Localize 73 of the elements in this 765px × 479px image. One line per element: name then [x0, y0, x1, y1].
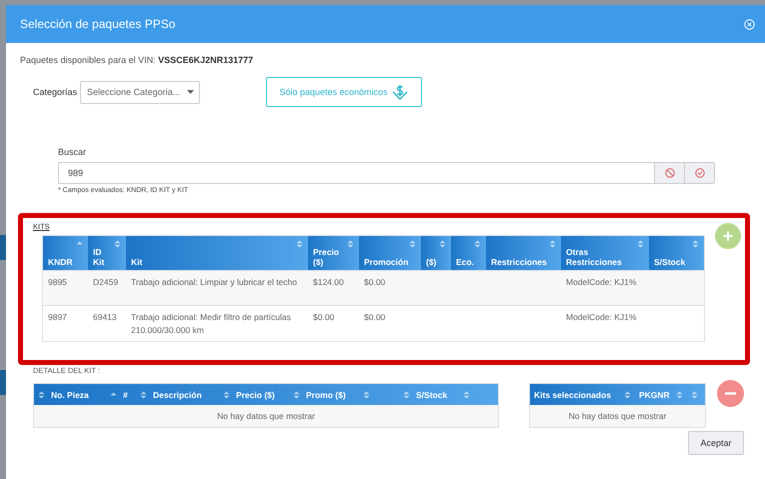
- sort-icon[interactable]: [363, 390, 370, 398]
- table-cell: $124.00: [313, 277, 344, 287]
- search-field[interactable]: 989: [58, 162, 655, 184]
- sort-icon[interactable]: [624, 390, 631, 398]
- sort-icon[interactable]: [140, 390, 147, 398]
- background-strip: [0, 370, 6, 395]
- sort-icon[interactable]: [347, 240, 354, 248]
- sort-icon[interactable]: [692, 240, 699, 248]
- column-header[interactable]: Kit: [126, 236, 308, 270]
- vin-text: Paquetes disponibles para el VIN: VSSCE6KJ2NR131777: [20, 55, 254, 65]
- table-cell: ModelCode: KJ1%: [566, 312, 636, 322]
- column-header[interactable]: Precio ($): [236, 390, 275, 400]
- background-strip: [0, 235, 6, 260]
- column-header[interactable]: Eco.: [451, 236, 486, 270]
- sort-icon[interactable]: [293, 390, 300, 398]
- table-cell: Trabajo adicional: Medir filtro de partículas 210.000/30.000 km: [131, 312, 291, 335]
- sort-icon[interactable]: [549, 240, 556, 248]
- minus-icon: [725, 392, 736, 395]
- table-cell: 9897: [48, 312, 67, 322]
- table-cell: $0.00: [364, 312, 386, 322]
- plus-icon: [723, 231, 733, 241]
- empty-message: No hay datos que mostrar: [217, 411, 315, 421]
- ban-icon: [664, 168, 674, 178]
- column-header[interactable]: Promoción: [359, 236, 421, 270]
- column-header[interactable]: KNDR: [43, 236, 88, 270]
- add-button[interactable]: [715, 223, 741, 249]
- table-cell: Trabajo adicional: Limpiar y lubricar el techo: [131, 277, 297, 287]
- column-header[interactable]: ID Kit: [88, 236, 126, 270]
- table-cell: 9895: [48, 277, 67, 287]
- table-cell: $0.00: [313, 312, 334, 322]
- clear-button[interactable]: [655, 162, 685, 184]
- remove-button[interactable]: [717, 380, 744, 407]
- sort-icon[interactable]: [38, 390, 45, 398]
- column-header[interactable]: Kits seleccionados: [534, 390, 612, 400]
- column-header[interactable]: No. Pieza: [51, 390, 89, 400]
- sort-icon[interactable]: [474, 240, 481, 248]
- sort-icon[interactable]: [296, 240, 303, 248]
- close-icon[interactable]: [744, 18, 755, 30]
- column-header[interactable]: S/Stock: [649, 236, 704, 270]
- search-label: Buscar: [58, 147, 88, 157]
- sort-icon[interactable]: [463, 390, 470, 398]
- table-cell: D2459: [93, 277, 118, 287]
- check-circle-icon: [694, 168, 704, 178]
- categories-label: Categorías: [33, 87, 78, 97]
- sort-icon[interactable]: [223, 390, 230, 398]
- sort-icon[interactable]: [439, 240, 446, 248]
- column-header[interactable]: #: [123, 390, 128, 400]
- column-header[interactable]: Otras Restricciones: [561, 236, 649, 270]
- column-header[interactable]: Restricciones: [486, 236, 561, 270]
- caret-icon: [187, 90, 194, 94]
- column-header[interactable]: S/Stock: [416, 390, 448, 400]
- sort-icon[interactable]: [676, 390, 683, 398]
- table-cell: $0.00: [364, 277, 386, 287]
- column-header[interactable]: Promo ($): [306, 390, 346, 400]
- column-header[interactable]: Descripción: [153, 390, 202, 400]
- accept-button[interactable]: Aceptar: [688, 431, 744, 455]
- category-dropdown[interactable]: Seleccione Categoria...: [80, 80, 200, 104]
- sort-icon[interactable]: [637, 240, 644, 248]
- sort-ascending-icon[interactable]: [110, 390, 117, 398]
- column-header[interactable]: PKGNR: [639, 390, 670, 400]
- column-header[interactable]: Precio ($): [308, 236, 359, 270]
- confirm-button[interactable]: [685, 162, 715, 184]
- table-cell: ModelCode: KJ1%: [566, 277, 636, 287]
- sort-icon[interactable]: [114, 240, 121, 248]
- sort-icon[interactable]: [691, 390, 698, 398]
- sort-icon[interactable]: [403, 390, 410, 398]
- table-cell: 69413: [93, 312, 117, 322]
- dialog-title: Selección de paquetes PPSo: [20, 17, 176, 31]
- empty-message: No hay datos que mostrar: [568, 411, 666, 421]
- economy-filter-button[interactable]: Sólo paquetes económicos: [266, 77, 422, 107]
- sort-icon[interactable]: [409, 240, 416, 248]
- column-header[interactable]: ($): [421, 236, 451, 270]
- dollar-icon: [390, 83, 409, 101]
